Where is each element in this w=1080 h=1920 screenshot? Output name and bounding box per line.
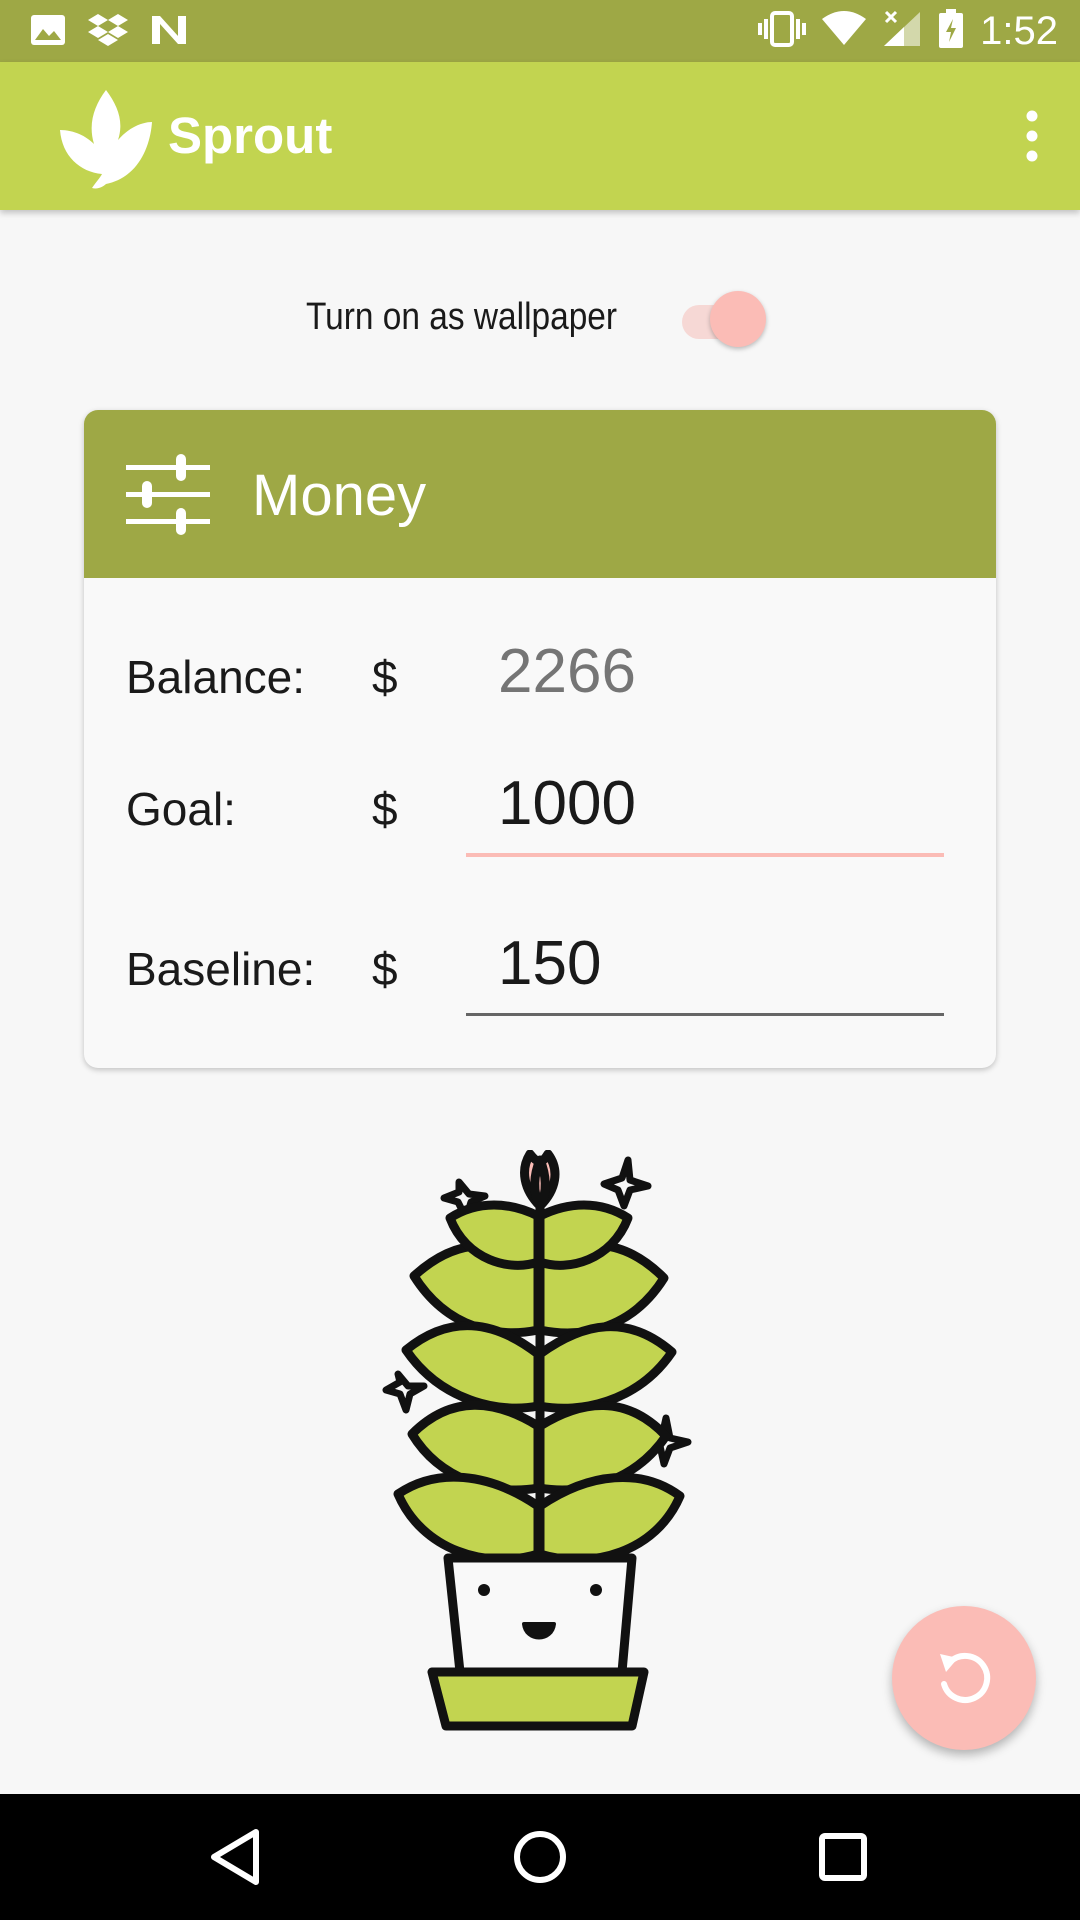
vibrate-icon — [758, 10, 807, 52]
app-title: Sprout — [168, 107, 333, 164]
goal-input[interactable]: 1000 — [498, 768, 636, 839]
wallpaper-label: Turn on as wallpaper — [306, 296, 618, 338]
baseline-label: Baseline: — [126, 943, 316, 995]
app-bar: Sprout — [0, 62, 1080, 210]
switch-thumb — [710, 291, 766, 347]
n-icon — [150, 14, 188, 51]
goal-label: Goal: — [126, 783, 236, 835]
status-time: 1:52 — [980, 8, 1058, 53]
sprout-leaf-icon — [58, 86, 154, 190]
battery-icon — [938, 8, 964, 54]
baseline-input[interactable]: 150 — [498, 928, 601, 999]
money-card-header: Money — [84, 410, 996, 578]
home-icon[interactable] — [507, 1824, 573, 1890]
wifi-icon — [822, 10, 867, 52]
navigation-bar — [0, 1794, 1080, 1920]
plant-illustration — [370, 1149, 720, 1740]
goal-input-underline — [466, 853, 944, 857]
money-card-title: Money — [252, 463, 427, 528]
image-icon — [30, 14, 66, 51]
back-icon[interactable] — [204, 1824, 270, 1890]
baseline-input-underline — [466, 1013, 944, 1016]
signal-icon — [882, 10, 922, 53]
recents-icon[interactable] — [810, 1824, 876, 1890]
refresh-icon — [940, 1653, 991, 1703]
balance-value: 2266 — [498, 637, 636, 706]
tune-icon — [126, 452, 210, 536]
dropbox-icon — [88, 12, 128, 53]
baseline-currency: $ — [372, 943, 398, 995]
status-bar: 1:52 — [0, 0, 1080, 62]
money-card: Money Balance: $ 2266 Goal: $ 1000 Basel… — [84, 410, 996, 1068]
goal-currency: $ — [372, 783, 398, 835]
wallpaper-toggle-row: Turn on as wallpaper — [0, 286, 1080, 356]
balance-currency: $ — [372, 651, 398, 703]
balance-label: Balance: — [126, 651, 306, 703]
more-vert-icon[interactable] — [1010, 106, 1054, 166]
refresh-button[interactable] — [892, 1606, 1036, 1750]
